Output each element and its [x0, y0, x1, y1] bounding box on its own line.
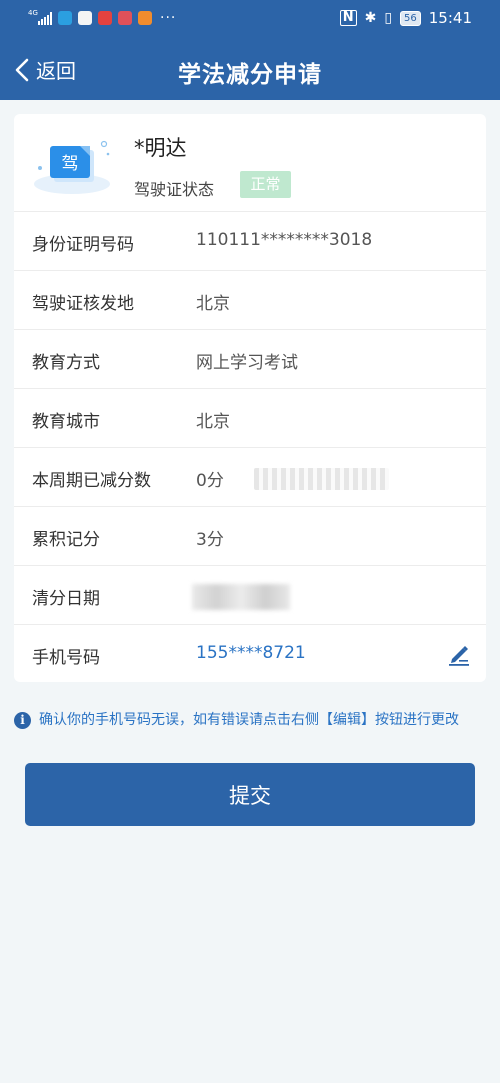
info-icon: i — [14, 712, 31, 729]
nav-bar: 返回 学法减分申请 — [0, 38, 500, 100]
row-education-city: 教育城市 北京 — [14, 389, 486, 448]
driver-license-icon: 驾 — [34, 140, 110, 194]
more-notifications: ··· — [160, 10, 177, 26]
bluetooth-icon: ✱ — [364, 10, 377, 26]
row-points-reduced: 本周期已减分数 0分 — [14, 448, 486, 507]
application-card: 驾 *明达 驾驶证状态 正常 身份证明号码 110111********3018… — [14, 114, 486, 682]
row-clear-date: 清分日期 — [14, 566, 486, 625]
row-education-method: 教育方式 网上学习考试 — [14, 330, 486, 389]
app-icon-weibo — [98, 11, 112, 25]
app-icon-m — [78, 11, 92, 25]
phone-number-value: 155****8721 — [196, 643, 306, 663]
page-title: 学法减分申请 — [178, 62, 322, 88]
row-phone-number: 手机号码 155****8721 — [14, 625, 486, 684]
license-status-badge: 正常 — [240, 171, 291, 198]
row-id-number: 身份证明号码 110111********3018 — [14, 212, 486, 271]
edit-icon — [449, 646, 469, 666]
notice-text: 确认你的手机号码无误，如有错误请点击右侧【编辑】按钮进行更改 — [39, 712, 459, 728]
license-icon-text: 驾 — [62, 154, 79, 174]
row-value: 北京 — [196, 294, 230, 314]
row-label: 驾驶证核发地 — [32, 294, 134, 314]
profile-section: 驾 *明达 驾驶证状态 正常 — [14, 114, 486, 212]
nfc-icon: N — [339, 10, 357, 26]
row-value: 北京 — [196, 412, 230, 432]
driver-name: *明达 — [134, 136, 187, 160]
row-label: 清分日期 — [32, 589, 100, 609]
status-right: N ✱ ▯ 56 15:41 — [339, 9, 472, 27]
redacted-field — [254, 468, 389, 490]
status-left: 4G ··· — [28, 8, 177, 26]
row-accumulated-points: 累积记分 3分 — [14, 507, 486, 566]
row-value: 网上学习考试 — [196, 353, 298, 373]
row-label: 本周期已减分数 — [32, 471, 151, 491]
signal-icon: 4G — [28, 8, 52, 25]
app-icon-video — [138, 11, 152, 25]
license-status-label: 驾驶证状态 — [134, 180, 215, 199]
app-icon-cloud — [58, 11, 72, 25]
row-label: 身份证明号码 — [32, 235, 134, 255]
submit-button[interactable]: 提交 — [25, 763, 475, 826]
row-value: 3分 — [196, 530, 224, 550]
row-label: 累积记分 — [32, 530, 100, 550]
clock: 15:41 — [428, 9, 472, 27]
row-value: 110111********3018 — [196, 230, 373, 250]
row-license-issuer: 驾驶证核发地 北京 — [14, 271, 486, 330]
row-value: 0分 — [196, 471, 224, 491]
row-label: 手机号码 — [32, 648, 100, 668]
status-bar: 4G ··· N ✱ ▯ 56 15:41 — [0, 0, 500, 38]
redacted-date — [192, 584, 290, 610]
edit-phone-button[interactable] — [446, 641, 472, 667]
vibrate-icon: ▯ — [384, 10, 393, 26]
battery-indicator: 56 — [400, 10, 421, 26]
phone-confirm-notice: i 确认你的手机号码无误，如有错误请点击右侧【编辑】按钮进行更改 — [14, 710, 486, 730]
network-type: 4G — [28, 8, 38, 17]
app-icon-book — [118, 11, 132, 25]
row-label: 教育城市 — [32, 412, 100, 432]
row-label: 教育方式 — [32, 353, 100, 373]
